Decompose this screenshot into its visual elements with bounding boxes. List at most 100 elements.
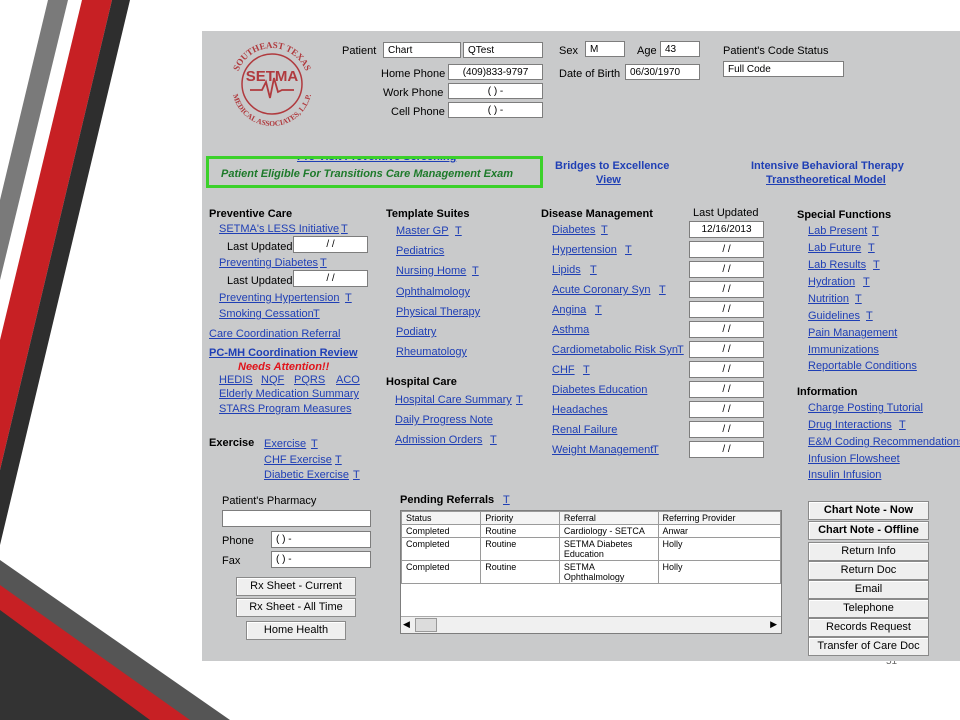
lab-present-link[interactable]: Lab Present (808, 225, 867, 237)
lab-present-t-link[interactable]: T (872, 225, 879, 237)
aco-link[interactable]: ACO (336, 374, 360, 386)
template-podiatry-link[interactable]: Podiatry (396, 326, 436, 338)
disease-link[interactable]: Renal Failure (552, 424, 617, 436)
disease-link[interactable]: Diabetes (552, 224, 595, 236)
cell-phone-field[interactable]: ( ) - (448, 102, 543, 118)
disease-link[interactable]: Cardiometabolic Risk Syn (552, 344, 678, 356)
reportable-conditions-link[interactable]: Reportable Conditions (808, 360, 917, 372)
action-button-chart-note-offline[interactable]: Chart Note - Offline (808, 521, 929, 540)
disease-last-updated-field[interactable]: / / (689, 281, 764, 298)
admission-orders-t-link[interactable]: T (490, 434, 497, 446)
less-t-link[interactable]: T (341, 223, 348, 235)
patient-last-name-field[interactable]: QTest (463, 42, 543, 58)
hydration-link[interactable]: Hydration (808, 276, 855, 288)
template-rheumatology-link[interactable]: Rheumatology (396, 346, 467, 358)
scrollbar-thumb[interactable] (415, 618, 437, 632)
hospital-care-summary-link[interactable]: Hospital Care Summary (395, 394, 512, 406)
care-coordination-referral-link[interactable]: Care Coordination Referral (209, 328, 340, 340)
scroll-right-arrow-icon[interactable]: ▶ (770, 619, 777, 630)
bridges-to-excellence-link[interactable]: Bridges to Excellence (555, 160, 669, 172)
drug-interactions-t-link[interactable]: T (899, 419, 906, 431)
nqf-link[interactable]: NQF (261, 374, 284, 386)
daily-progress-note-link[interactable]: Daily Progress Note (395, 414, 493, 426)
template-master-gp-link[interactable]: Master GP (396, 225, 449, 237)
nursing-home-t-link[interactable]: T (472, 265, 479, 277)
disease-link[interactable]: Lipids (552, 264, 581, 276)
action-button-email[interactable]: Email (808, 580, 929, 599)
disease-link[interactable]: Headaches (552, 404, 608, 416)
nutrition-t-link[interactable]: T (855, 293, 862, 305)
preventing-hypertension-link[interactable]: Preventing Hypertension (219, 292, 339, 304)
disease-last-updated-field[interactable]: / / (689, 321, 764, 338)
referrals-horizontal-scrollbar[interactable]: ◀ ▶ (401, 616, 781, 633)
referrals-column-header[interactable]: Status (400, 511, 482, 525)
smoking-cessation-t-link[interactable]: T (313, 308, 320, 320)
table-row[interactable]: Completed Routine SETMA Ophthalmology Holly (400, 560, 782, 584)
disease-t-link[interactable]: T (601, 224, 608, 236)
diabetic-exercise-link[interactable]: Diabetic Exercise (264, 469, 349, 481)
drug-interactions-link[interactable]: Drug Interactions (808, 419, 892, 431)
chf-exercise-t-link[interactable]: T (335, 454, 342, 466)
disease-last-updated-field[interactable]: / / (689, 361, 764, 378)
immunizations-link[interactable]: Immunizations (808, 344, 879, 356)
sex-field[interactable]: M (585, 41, 625, 57)
infusion-flowsheet-link[interactable]: Infusion Flowsheet (808, 453, 900, 465)
admission-orders-link[interactable]: Admission Orders (395, 434, 482, 446)
disease-t-link[interactable]: T (652, 444, 659, 456)
home-phone-field[interactable]: (409)833-9797 (448, 64, 543, 80)
template-nursing-home-link[interactable]: Nursing Home (396, 265, 466, 277)
charge-posting-tutorial-link[interactable]: Charge Posting Tutorial (808, 402, 923, 414)
referrals-grid[interactable]: Status Priority Referral Referring Provider… (400, 510, 782, 634)
pharmacy-fax-field[interactable]: ( ) - (271, 551, 371, 568)
nutrition-link[interactable]: Nutrition (808, 293, 849, 305)
disease-t-link[interactable]: T (583, 364, 590, 376)
disease-link[interactable]: Asthma (552, 324, 589, 336)
lab-future-link[interactable]: Lab Future (808, 242, 861, 254)
disease-t-link[interactable]: T (659, 284, 666, 296)
transtheoretical-model-link[interactable]: Transtheoretical Model (766, 174, 886, 186)
action-button-transfer-of-care-doc[interactable]: Transfer of Care Doc (808, 637, 929, 656)
disease-t-link[interactable]: T (677, 344, 684, 356)
referrals-column-header[interactable]: Referring Provider (657, 511, 782, 525)
disease-t-link[interactable]: T (595, 304, 602, 316)
disease-t-link[interactable]: T (590, 264, 597, 276)
disease-link[interactable]: CHF (552, 364, 575, 376)
pharmacy-name-field[interactable] (222, 510, 371, 527)
disease-t-link[interactable]: T (625, 244, 632, 256)
rx-sheet-all-time-button[interactable]: Rx Sheet - All Time (236, 598, 356, 617)
referrals-column-header[interactable]: Priority (480, 511, 560, 525)
lab-results-t-link[interactable]: T (873, 259, 880, 271)
diabetes-last-updated-field[interactable]: / / (293, 270, 368, 287)
disease-link[interactable]: Acute Coronary Syn (552, 284, 650, 296)
rx-sheet-current-button[interactable]: Rx Sheet - Current (236, 577, 356, 596)
disease-link[interactable]: Diabetes Education (552, 384, 647, 396)
disease-link[interactable]: Angina (552, 304, 586, 316)
disease-last-updated-field[interactable]: / / (689, 241, 764, 258)
preventing-diabetes-t-link[interactable]: T (320, 257, 327, 269)
disease-last-updated-field[interactable]: / / (689, 381, 764, 398)
smoking-cessation-link[interactable]: Smoking Cessation (219, 308, 314, 320)
disease-link[interactable]: Weight Management (552, 444, 653, 456)
lab-results-link[interactable]: Lab Results (808, 259, 866, 271)
action-button-records-request[interactable]: Records Request (808, 618, 929, 637)
em-coding-link[interactable]: E&M Coding Recommendations (808, 436, 960, 448)
disease-last-updated-field[interactable]: / / (689, 421, 764, 438)
disease-last-updated-field[interactable]: 12/16/2013 (689, 221, 764, 238)
bridges-view-link[interactable]: View (596, 174, 621, 186)
table-row[interactable]: Completed Routine Cardiology - SETCA Anwar (400, 524, 782, 538)
pqrs-link[interactable]: PQRS (294, 374, 325, 386)
template-physical-therapy-link[interactable]: Physical Therapy (396, 306, 480, 318)
chf-exercise-link[interactable]: CHF Exercise (264, 454, 332, 466)
dob-field[interactable]: 06/30/1970 (625, 64, 700, 80)
guidelines-link[interactable]: Guidelines (808, 310, 860, 322)
referrals-column-header[interactable]: Referral (558, 511, 659, 525)
code-status-field[interactable]: Full Code (723, 61, 844, 77)
disease-last-updated-field[interactable]: / / (689, 341, 764, 358)
preventing-diabetes-link[interactable]: Preventing Diabetes (219, 257, 318, 269)
age-field[interactable]: 43 (660, 41, 700, 57)
template-pediatrics-link[interactable]: Pediatrics (396, 245, 444, 257)
disease-last-updated-field[interactable]: / / (689, 301, 764, 318)
insulin-infusion-link[interactable]: Insulin Infusion (808, 469, 881, 481)
action-button-chart-note-now[interactable]: Chart Note - Now (808, 501, 929, 520)
hospital-care-summary-t-link[interactable]: T (516, 394, 523, 406)
